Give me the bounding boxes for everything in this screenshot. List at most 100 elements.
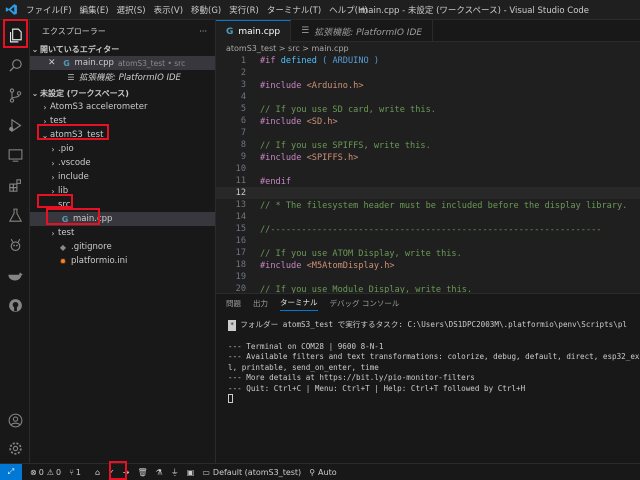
explorer-sidebar: エクスプローラー ··· ⌄ 開いているエディター ✕ G main.cpp a… [30, 20, 216, 463]
github-icon [8, 298, 22, 312]
extension-page-icon: ☰ [301, 26, 310, 36]
pio-env-selector[interactable]: ▭ Default (atomS3_test) [202, 468, 301, 477]
accounts-button[interactable] [0, 405, 30, 435]
open-editors-section[interactable]: ⌄ 開いているエディター [30, 42, 215, 56]
tree-item-label: main.cpp [73, 214, 113, 224]
pio-terminal-button[interactable]: ▣ [187, 468, 195, 477]
problems-status[interactable]: ⊗ 0 ⚠ 0 [30, 468, 61, 477]
flask-icon: ⚗ [155, 467, 163, 477]
platformio-ant-icon [10, 238, 20, 251]
line-number: 16 [235, 236, 246, 246]
panel-tab-terminal[interactable]: ターミナル [280, 297, 318, 311]
line-number: 5 [240, 104, 246, 114]
line-number: 18 [235, 260, 246, 270]
platformio-button[interactable] [0, 230, 30, 260]
menu-terminal[interactable]: ターミナル(T) [263, 4, 325, 16]
plug-icon: ⚲ [309, 467, 316, 477]
code-line-17: // If you use ATOM Display, write this. [260, 249, 462, 259]
pio-build-button[interactable]: ✓ [108, 468, 115, 477]
line-number: 2 [240, 68, 246, 78]
check-icon: ✓ [108, 467, 115, 477]
terminal-output[interactable]: * フォルダー atomS3_test で実行するタスク: C:\Users\DS… [216, 320, 640, 460]
gear-icon [8, 441, 22, 455]
tree-item-label: .gitignore [71, 242, 112, 252]
pio-test-button[interactable]: ⚗ [156, 468, 163, 477]
code-editor[interactable]: 1 2 3 4 5 6 7 8 9 10 11 12 13 14 15 16 17 18 19 20 #if defi… [216, 55, 640, 293]
explorer-button[interactable] [0, 20, 30, 50]
cpp-file-icon: G [226, 26, 234, 37]
terminal-task-line: * フォルダー atomS3_test で実行するタスク: C:\Users\DS… [228, 320, 640, 331]
editor-tabs: G main.cpp ☰ 拡張機能: PlatformIO IDE [216, 20, 640, 42]
panel-tab-debug-console[interactable]: デバッグ コンソール [330, 298, 400, 311]
tree-item-platformio-ini[interactable]: ✹ platformio.ini [30, 254, 215, 268]
code-line-15: //--------------------------------------… [260, 225, 602, 235]
files-icon [9, 28, 22, 42]
breadcrumb[interactable]: atomS3_test > src > main.cpp [216, 42, 640, 55]
menu-go[interactable]: 移動(G) [187, 4, 225, 16]
terminal-cursor [228, 394, 640, 407]
tab-label: main.cpp [238, 26, 281, 37]
menu-view[interactable]: 表示(V) [150, 4, 187, 16]
tree-item-vscode[interactable]: › .vscode [30, 156, 215, 170]
git-file-icon: ◆ [59, 242, 67, 252]
explorer-more-button[interactable]: ··· [199, 27, 207, 36]
port-selector[interactable]: ⚲ Auto [309, 468, 336, 477]
close-icon[interactable]: ✕ [48, 58, 56, 68]
vscode-logo-icon[interactable] [0, 0, 22, 20]
explorer-title: エクスプローラー [42, 26, 106, 36]
tab-platformio-extension[interactable]: ☰ 拡張機能: PlatformIO IDE [291, 20, 434, 42]
tree-item-lib[interactable]: › lib [30, 184, 215, 198]
settings-button[interactable] [0, 433, 30, 463]
tree-item-label: .vscode [58, 158, 91, 168]
tree-item-label: atomS3_test [50, 130, 104, 140]
tree-item-atoms3-test[interactable]: ⌄ atomS3_test [30, 128, 215, 142]
arrow-right-icon: → [122, 467, 130, 477]
remote-button[interactable]: ⤢ [0, 463, 22, 480]
panel-tab-problems[interactable]: 問題 [226, 298, 241, 311]
open-editor-extension[interactable]: ☰ 拡張機能: PlatformIO IDE [30, 70, 215, 84]
testing-button[interactable] [0, 200, 30, 230]
bottom-panel: 問題 出力 ターミナル デバッグ コンソール * フォルダー atomS3_tes… [216, 293, 640, 463]
pio-upload-button[interactable]: → [123, 468, 130, 477]
menu-run[interactable]: 実行(R) [225, 4, 263, 16]
tree-item-gitignore[interactable]: ◆ .gitignore [30, 240, 215, 254]
tree-item-label: test [50, 116, 67, 126]
panel-tab-output[interactable]: 出力 [253, 298, 268, 311]
line-number: 20 [235, 284, 246, 293]
tree-item-include[interactable]: › include [30, 170, 215, 184]
tree-item-main-cpp[interactable]: G main.cpp [30, 212, 215, 226]
search-button[interactable] [0, 50, 30, 80]
github-button[interactable] [0, 290, 30, 320]
tree-item-label: src [58, 200, 71, 210]
ports-status[interactable]: ⑂ 1 [69, 468, 81, 477]
workspace-section[interactable]: ⌄ 未設定 (ワークスペース) [30, 86, 215, 100]
workspace-label: 未設定 (ワークスペース) [40, 88, 129, 98]
extensions-button[interactable] [0, 170, 30, 200]
docker-whale-icon [7, 272, 23, 280]
ports-icon: ⑂ [69, 467, 74, 477]
docker-button[interactable] [0, 260, 30, 290]
pio-clean-button[interactable]: 🗑 [137, 468, 147, 477]
current-line-highlight [216, 187, 640, 199]
code-line-3: #include <Arduino.h> [260, 81, 364, 91]
line-number: 6 [240, 116, 246, 126]
tree-item-test-root[interactable]: › test [30, 114, 215, 128]
line-number: 1 [240, 56, 246, 66]
code-line-5: // If you use SD card, write this. [260, 105, 436, 115]
run-debug-button[interactable] [0, 110, 30, 140]
menu-file[interactable]: ファイル(F) [22, 4, 76, 16]
tab-main-cpp[interactable]: G main.cpp [216, 20, 292, 42]
menu-edit[interactable]: 編集(E) [76, 4, 113, 16]
tree-item-test[interactable]: › test [30, 226, 215, 240]
menu-selection[interactable]: 選択(S) [113, 4, 150, 16]
tree-item-pio[interactable]: › .pio [30, 142, 215, 156]
pio-home-button[interactable]: ⌂ [95, 468, 100, 477]
code-line-9: #include <SPIFFS.h> [260, 153, 359, 163]
tree-item-accelerometer[interactable]: › AtomS3 accelerometer [30, 100, 215, 114]
tree-item-src[interactable]: ⌄ src [30, 198, 215, 212]
pio-monitor-button[interactable]: ⏚ [171, 467, 179, 478]
status-bar: ⤢ ⊗ 0 ⚠ 0 ⑂ 1 ⌂ ✓ → 🗑 ⚗ ⏚ ▣ ▭ Default (atom… [0, 463, 640, 480]
open-editor-main-cpp[interactable]: ✕ G main.cpp atomS3_test • src [30, 56, 215, 70]
remote-explorer-button[interactable] [0, 140, 30, 170]
source-control-button[interactable] [0, 80, 30, 110]
